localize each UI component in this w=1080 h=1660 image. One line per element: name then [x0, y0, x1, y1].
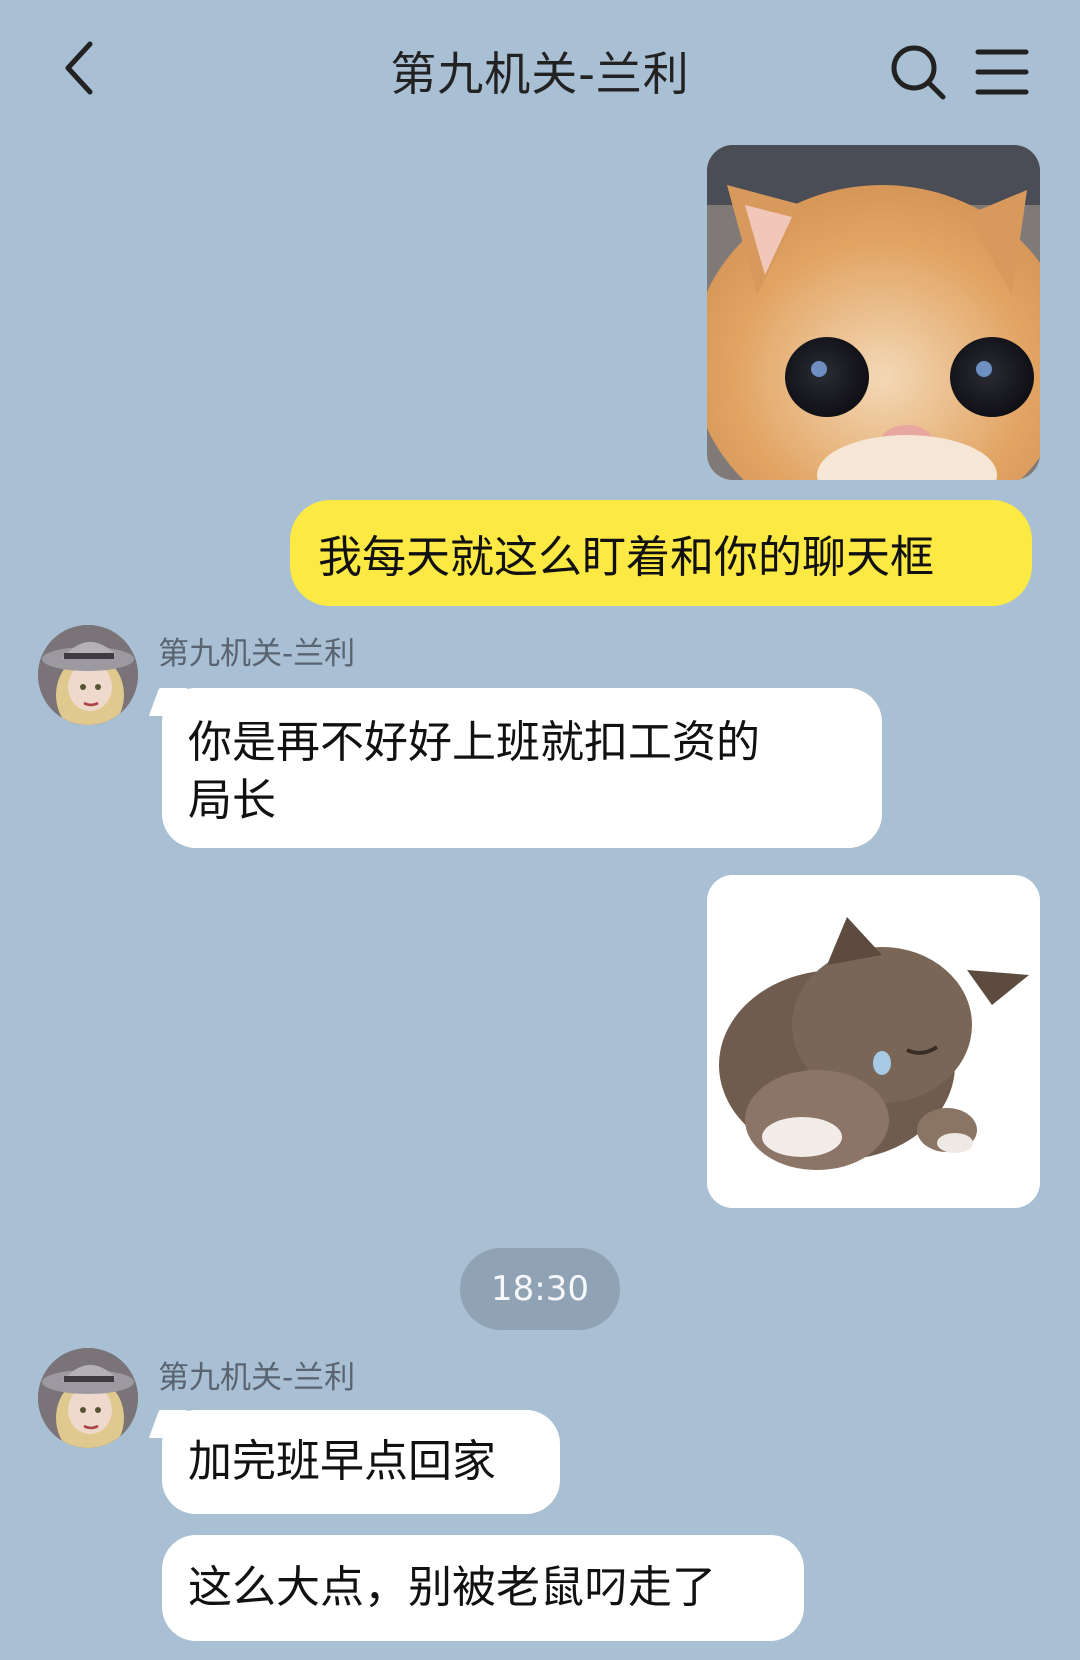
avatar-icon: [38, 625, 138, 725]
received-text-message[interactable]: 这么大点，别被老鼠叼走了: [162, 1535, 804, 1641]
avatar-icon: [38, 1348, 138, 1448]
avatar[interactable]: [38, 625, 138, 725]
kitten-sticker-icon: [707, 875, 1040, 1208]
sent-image-message[interactable]: [707, 145, 1040, 480]
sent-text-message[interactable]: 我每天就这么盯着和你的聊天框: [290, 500, 1032, 606]
message-line: 局长: [188, 775, 276, 826]
search-icon: [891, 45, 946, 100]
chat-header: 第九机关-兰利: [0, 0, 1080, 140]
kitten-sticker-icon: [707, 145, 1040, 480]
sent-image-message[interactable]: [707, 875, 1040, 1208]
avatar[interactable]: [38, 1348, 138, 1448]
sender-name: 第九机关-兰利: [158, 1360, 356, 1396]
received-text-message[interactable]: 你是再不好好上班就扣工资的 局长: [162, 688, 882, 848]
menu-icon: [975, 49, 1029, 95]
search-button[interactable]: [888, 42, 948, 102]
received-text-message[interactable]: 加完班早点回家: [162, 1410, 560, 1514]
message-text: 这么大点，别被老鼠叼走了: [188, 1562, 716, 1613]
menu-button[interactable]: [972, 44, 1032, 100]
timestamp-pill: 18:30: [460, 1248, 620, 1330]
message-text: 加完班早点回家: [188, 1436, 496, 1487]
message-text: 我每天就这么盯着和你的聊天框: [318, 532, 934, 583]
sender-name: 第九机关-兰利: [158, 636, 356, 672]
message-line: 你是再不好好上班就扣工资的: [188, 717, 760, 768]
